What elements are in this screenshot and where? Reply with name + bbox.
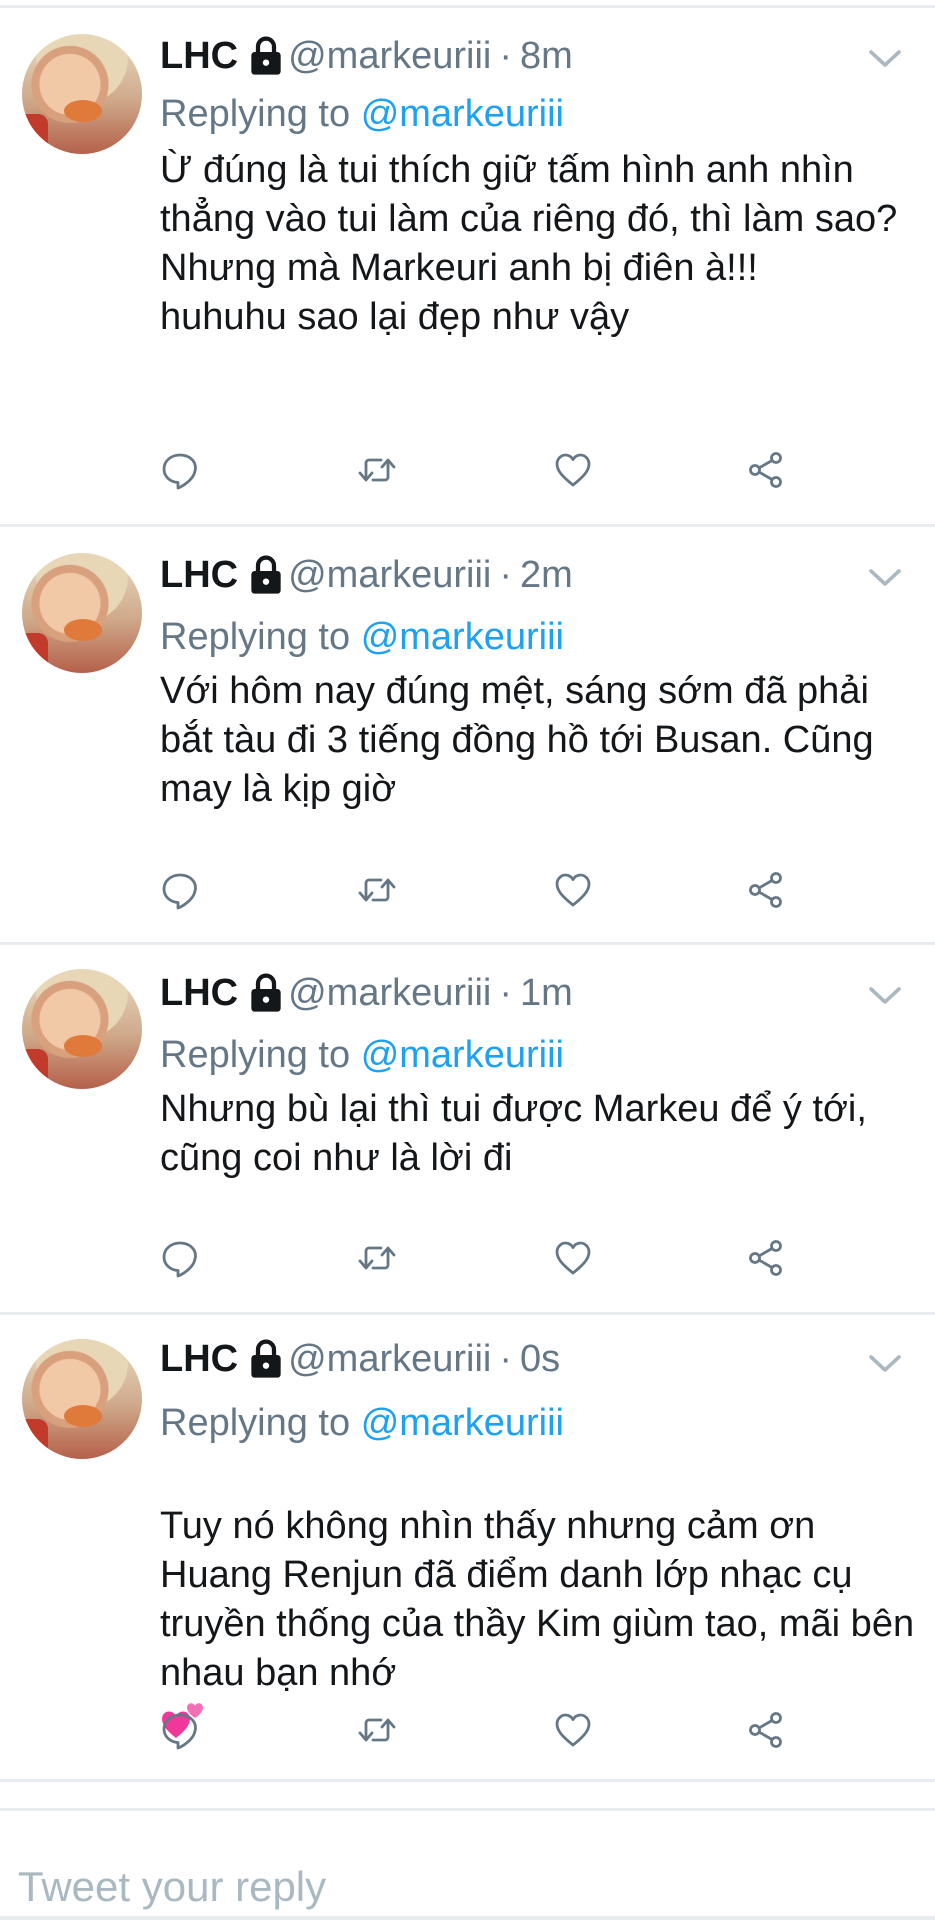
top-divider (0, 0, 935, 8)
share-icon[interactable] (746, 870, 786, 910)
separator-dot: · (499, 1338, 513, 1380)
lock-icon (250, 973, 282, 1013)
tweet[interactable]: LHC @markeuriii · 8m Replying to @markeu… (0, 8, 935, 527)
avatar[interactable] (22, 553, 142, 673)
separator-dot: · (499, 554, 513, 596)
replying-to: Replying to @markeuriii (160, 1401, 564, 1445)
replying-to-label: Replying to (160, 1034, 351, 1076)
reply-input[interactable] (18, 1863, 918, 1911)
mention-link[interactable]: @markeuriii (361, 1402, 564, 1444)
display-name[interactable]: LHC (160, 971, 238, 1015)
heart-icon[interactable] (553, 1710, 593, 1750)
user-handle[interactable]: @markeuriii (288, 553, 491, 597)
share-icon[interactable] (746, 1238, 786, 1278)
retweet-icon[interactable] (357, 1710, 397, 1750)
reply-icon[interactable] (160, 1238, 200, 1278)
tweet-text: Nhưng bù lại thì tui được Markeu để ý tớ… (160, 1088, 867, 1179)
timestamp[interactable]: 1m (520, 971, 573, 1015)
chevron-down-icon[interactable] (868, 985, 902, 1007)
tweet[interactable]: LHC @markeuriii · 2m Replying to @markeu… (0, 527, 935, 945)
mention-link[interactable]: @markeuriii (361, 616, 564, 658)
user-handle[interactable]: @markeuriii (288, 1337, 491, 1381)
avatar[interactable] (22, 1339, 142, 1459)
chevron-down-icon[interactable] (868, 48, 902, 70)
reply-icon[interactable] (160, 450, 200, 490)
reply-compose-bar (0, 1808, 935, 1920)
tweet-text: Với hôm nay đúng mệt, sáng sớm đã phải b… (160, 670, 874, 810)
chevron-down-icon[interactable] (868, 1353, 902, 1375)
replying-to: Replying to @markeuriii (160, 615, 564, 659)
mention-link[interactable]: @markeuriii (361, 1034, 564, 1076)
user-handle[interactable]: @markeuriii (288, 34, 491, 78)
action-bar (0, 450, 935, 494)
reply-icon[interactable] (160, 1710, 200, 1750)
tweet-text-body: Tuy nó không nhìn thấy nhưng cảm ơn Huan… (160, 1505, 915, 1694)
tweet[interactable]: LHC @markeuriii · 0s Replying to @markeu… (0, 1315, 935, 1782)
replying-to: Replying to @markeuriii (160, 1033, 564, 1077)
mention-link[interactable]: @markeuriii (361, 93, 564, 135)
replying-to-label: Replying to (160, 1402, 351, 1444)
lock-icon (250, 36, 282, 76)
heart-icon[interactable] (553, 450, 593, 490)
tweet-text: Ừ đúng là tui thích giữ tấm hình anh nhì… (160, 149, 898, 338)
action-bar (0, 1710, 935, 1754)
action-bar (0, 870, 935, 914)
retweet-icon[interactable] (357, 1238, 397, 1278)
timestamp[interactable]: 2m (520, 553, 573, 597)
tweet-header: LHC @markeuriii · 8m (160, 34, 573, 78)
display-name[interactable]: LHC (160, 1337, 238, 1381)
tweet-header: LHC @markeuriii · 1m (160, 971, 573, 1015)
replying-to-label: Replying to (160, 616, 351, 658)
retweet-icon[interactable] (357, 450, 397, 490)
separator-dot: · (499, 972, 513, 1014)
share-icon[interactable] (746, 450, 786, 490)
action-bar (0, 1238, 935, 1282)
chevron-down-icon[interactable] (868, 567, 902, 589)
retweet-icon[interactable] (357, 870, 397, 910)
tweet-text: Tuy nó không nhìn thấy nhưng cảm ơn Huan… (160, 1453, 920, 1747)
avatar[interactable] (22, 969, 142, 1089)
share-icon[interactable] (746, 1710, 786, 1750)
display-name[interactable]: LHC (160, 553, 238, 597)
tweet[interactable]: LHC @markeuriii · 1m Replying to @markeu… (0, 945, 935, 1315)
avatar[interactable] (22, 34, 142, 154)
tweet-header: LHC @markeuriii · 2m (160, 553, 573, 597)
reply-icon[interactable] (160, 870, 200, 910)
compose-divider (0, 1916, 935, 1920)
replying-to: Replying to @markeuriii (160, 92, 564, 136)
heart-icon[interactable] (553, 870, 593, 910)
user-handle[interactable]: @markeuriii (288, 971, 491, 1015)
replying-to-label: Replying to (160, 93, 351, 135)
tweet-header: LHC @markeuriii · 0s (160, 1337, 560, 1381)
timestamp[interactable]: 8m (520, 34, 573, 78)
heart-icon[interactable] (553, 1238, 593, 1278)
display-name[interactable]: LHC (160, 34, 238, 78)
lock-icon (250, 555, 282, 595)
timestamp[interactable]: 0s (520, 1337, 560, 1381)
separator-dot: · (499, 35, 513, 77)
lock-icon (250, 1339, 282, 1379)
